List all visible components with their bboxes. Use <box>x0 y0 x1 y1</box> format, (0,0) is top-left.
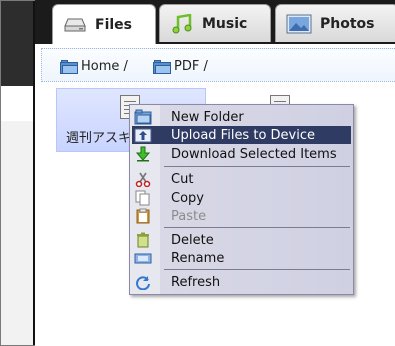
context-menu: New Folder Upload Files to Device Downlo… <box>129 104 354 295</box>
folder-icon <box>60 59 78 74</box>
refresh-icon <box>132 273 154 291</box>
file-name: 週刊アスキ <box>66 131 132 146</box>
menu-item-label: Copy <box>171 190 204 206</box>
menu-item-label: Upload Files to Device <box>171 127 315 143</box>
menu-item-cut[interactable]: Cut <box>132 170 351 188</box>
tab-bar: Files Music Photos <box>35 0 395 44</box>
menu-separator <box>164 269 350 270</box>
menu-item-label: Rename <box>171 250 225 266</box>
new-folder-icon <box>132 108 154 126</box>
menu-item-label: Paste <box>171 208 207 224</box>
menu-item-label: Cut <box>171 171 194 187</box>
music-note-icon <box>170 13 194 34</box>
upload-icon <box>132 126 154 144</box>
breadcrumb: Home / PDF / <box>41 48 395 82</box>
breadcrumb-label: Home / <box>81 59 128 74</box>
drive-icon <box>63 17 87 33</box>
menu-item-rename[interactable]: Rename <box>132 249 351 267</box>
tab-photos[interactable]: Photos <box>275 4 395 42</box>
copy-icon <box>132 189 154 207</box>
menu-item-copy[interactable]: Copy <box>132 189 351 207</box>
tab-label: Photos <box>320 15 375 32</box>
tab-label: Files <box>95 16 132 33</box>
rename-icon <box>132 249 154 267</box>
download-icon <box>132 145 154 163</box>
menu-item-label: New Folder <box>171 109 244 125</box>
menu-separator <box>164 166 350 167</box>
menu-item-label: Download Selected Items <box>171 146 337 162</box>
menu-item-refresh[interactable]: Refresh <box>132 273 351 291</box>
menu-item-new-folder[interactable]: New Folder <box>132 108 351 126</box>
menu-separator <box>164 227 350 228</box>
menu-item-download-selected[interactable]: Download Selected Items <box>132 145 351 163</box>
menu-item-label: Refresh <box>171 274 221 290</box>
menu-item-paste[interactable]: Paste <box>132 207 351 225</box>
breadcrumb-label: PDF / <box>174 59 208 74</box>
breadcrumb-pdf[interactable]: PDF / <box>153 59 208 74</box>
folder-icon <box>153 59 171 74</box>
breadcrumb-home[interactable]: Home / <box>60 59 128 74</box>
tab-label: Music <box>202 15 248 32</box>
paste-icon <box>132 207 154 225</box>
scissors-icon <box>132 170 154 188</box>
tab-files[interactable]: Files <box>52 4 156 44</box>
menu-item-upload-files[interactable]: Upload Files to Device <box>132 126 351 144</box>
trash-icon <box>132 231 154 249</box>
menu-item-delete[interactable]: Delete <box>132 231 351 249</box>
tab-music[interactable]: Music <box>159 4 271 42</box>
menu-item-label: Delete <box>171 232 214 248</box>
picture-icon <box>286 14 312 34</box>
